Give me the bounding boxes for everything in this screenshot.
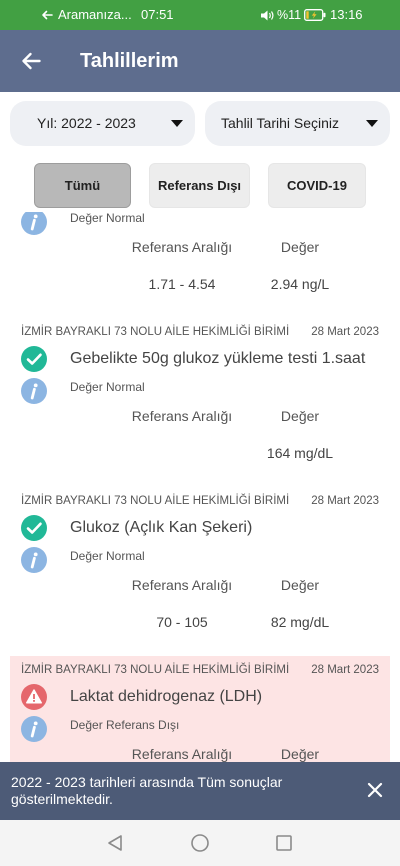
info-icon[interactable] (21, 547, 47, 573)
result-value: 164 mg/dL (266, 445, 334, 461)
back-button[interactable] (16, 47, 46, 75)
tab-out-of-range[interactable]: Referans Dışı (149, 163, 250, 208)
nav-home-icon[interactable] (190, 833, 210, 853)
info-icon[interactable] (21, 212, 47, 235)
system-nav-bar (0, 820, 400, 866)
reference-range-value: 1.71 - 4.54 (148, 276, 216, 292)
result-date: 28 Mart 2023 (311, 326, 379, 338)
check-circle-icon (21, 346, 47, 372)
nav-recents-icon[interactable] (275, 834, 293, 852)
result-note: Değer Normal (70, 380, 145, 394)
nav-back-icon[interactable] (106, 834, 124, 852)
check-circle-icon (21, 515, 47, 541)
facility-name: İZMİR BAYRAKLI 73 NOLU AİLE HEKİMLİĞİ Bİ… (21, 495, 290, 507)
reference-range-value: 70 - 105 (156, 614, 208, 630)
caret-down-icon (366, 120, 378, 127)
tab-all[interactable]: Tümü (34, 163, 131, 208)
value-label: Değer (280, 746, 320, 762)
test-date-filter-label: Tahlil Tarihi Seçiniz (221, 115, 340, 131)
screen: Aramanıza... 07:51 %11 13:16 Tahlillerim… (0, 0, 400, 866)
facility-name: İZMİR BAYRAKLI 73 NOLU AİLE HEKİMLİĞİ Bİ… (21, 664, 290, 676)
result-item[interactable]: İZMİR BAYRAKLI 73 NOLU AİLE HEKİMLİĞİ Bİ… (10, 487, 390, 656)
result-date: 28 Mart 2023 (311, 495, 379, 507)
battery-percent: %11 (277, 8, 302, 22)
status-bar: Aramanıza... 07:51 %11 13:16 (0, 0, 400, 30)
year-filter-label: Yıl: 2022 - 2023 (37, 115, 136, 131)
info-icon[interactable] (21, 378, 47, 404)
reference-range-label: Referans Aralığı (131, 408, 233, 424)
snackbar: 2022 - 2023 tarihleri arasında Tüm sonuç… (0, 762, 400, 820)
value-label: Değer (280, 577, 320, 593)
result-value: 2.94 ng/L (270, 276, 330, 292)
test-name: Gebelikte 50g glukoz yükleme testi 1.saa… (70, 350, 366, 367)
value-label: Değer (280, 239, 320, 255)
reference-range-label: Referans Aralığı (131, 746, 233, 762)
result-item[interactable]: İZMİR BAYRAKLI 73 NOLU AİLE HEKİMLİĞİ Bİ… (10, 318, 390, 487)
result-note: Değer Normal (70, 212, 145, 225)
year-filter-dropdown[interactable]: Yıl: 2022 - 2023 (10, 101, 195, 146)
ongoing-call-label[interactable]: Aramanıza... (58, 7, 132, 23)
result-item[interactable]: Değer Normal Referans Aralığı Değer 1.71… (10, 212, 390, 318)
info-icon[interactable] (21, 716, 47, 742)
arrow-left-icon (22, 52, 41, 70)
result-value: 82 mg/dL (270, 614, 330, 630)
snackbar-message: 2022 - 2023 tarihleri arasında Tüm sonuç… (11, 774, 283, 807)
test-name: Laktat dehidrogenaz (LDH) (70, 688, 263, 705)
facility-name: İZMİR BAYRAKLI 73 NOLU AİLE HEKİMLİĞİ Bİ… (21, 326, 290, 338)
call-timer: 07:51 (141, 7, 174, 22)
reference-range-label: Referans Aralığı (131, 577, 233, 593)
page-title: Tahlillerim (80, 50, 179, 72)
reference-range-label: Referans Aralığı (131, 239, 233, 255)
app-bar: Tahlillerim (0, 30, 400, 92)
close-icon[interactable] (367, 782, 383, 798)
volume-icon (261, 10, 274, 21)
battery-charging-icon (304, 9, 326, 21)
test-date-filter-dropdown[interactable]: Tahlil Tarihi Seçiniz (205, 101, 390, 146)
results-list[interactable]: Değer Normal Referans Aralığı Değer 1.71… (0, 212, 400, 820)
result-note: Değer Referans Dışı (70, 718, 180, 732)
result-note: Değer Normal (70, 549, 145, 563)
clock: 13:16 (330, 7, 363, 22)
tab-covid-19[interactable]: COVID-19 (268, 163, 366, 208)
value-label: Değer (280, 408, 320, 424)
test-name: Glukoz (Açlık Kan Şekeri) (70, 519, 253, 536)
result-date: 28 Mart 2023 (311, 664, 379, 676)
back-arrow-icon[interactable] (41, 10, 53, 20)
warning-icon (21, 684, 47, 710)
caret-down-icon (171, 120, 183, 127)
